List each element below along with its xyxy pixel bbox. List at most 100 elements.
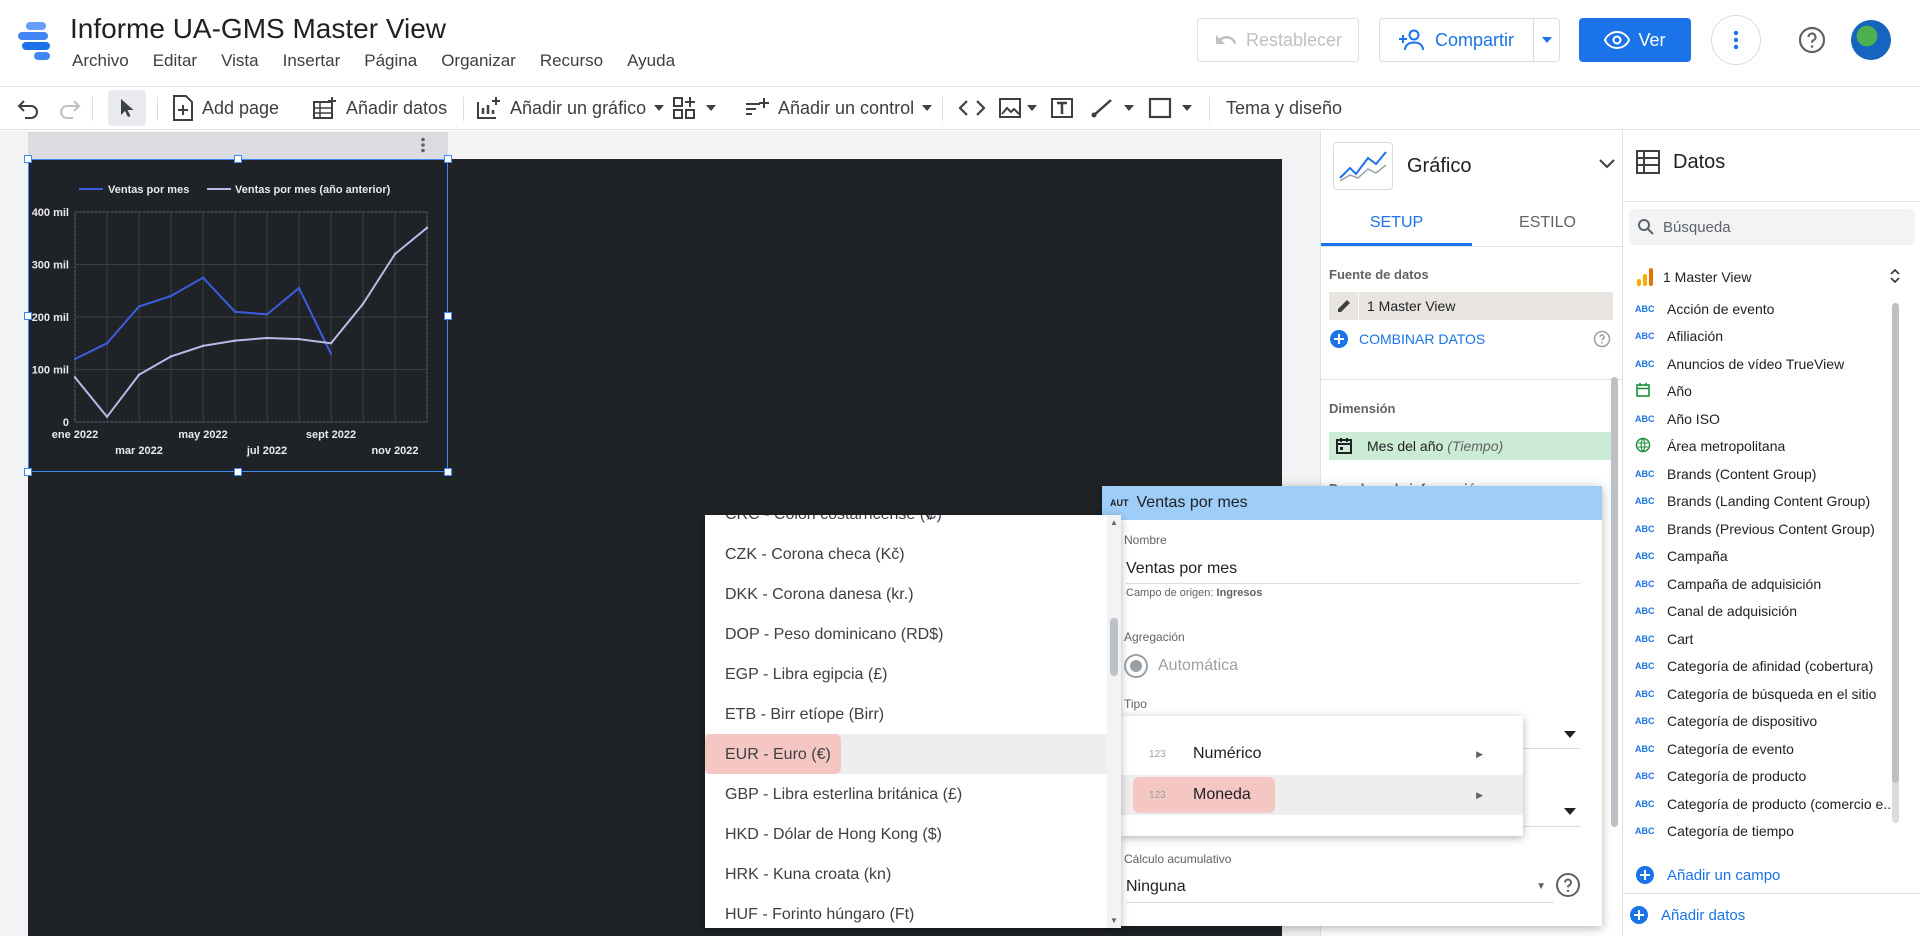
cumulative-select[interactable]: Ninguna ▼ — [1126, 871, 1554, 903]
share-dropdown-icon[interactable] — [1533, 19, 1559, 61]
type-option-currency[interactable]: 123 Moneda ▶ — [1121, 775, 1523, 815]
shape-rectangle-icon[interactable] — [1148, 97, 1172, 119]
field-editor-header[interactable]: AUT Ventas por mes — [1102, 486, 1602, 520]
currency-option[interactable]: ETB - Birr etíope (Birr) — [705, 695, 1105, 735]
currency-option[interactable]: HUF - Forinto húngaro (Ft) — [705, 895, 1105, 928]
image-icon[interactable] — [998, 97, 1022, 119]
field-item[interactable]: ABC Canal de adquisición — [1635, 598, 1897, 626]
field-search-input[interactable]: Búsqueda — [1629, 209, 1915, 245]
field-item[interactable]: ABC Campaña — [1635, 543, 1897, 571]
time-series-chart[interactable]: Ventas por mes Ventas por mes (año anter… — [28, 159, 448, 472]
menu-recurso[interactable]: Recurso — [528, 51, 615, 71]
dimension-chip[interactable]: Mes del año (Tiempo) — [1329, 432, 1613, 460]
currency-option[interactable]: GBP - Libra esterlina británica (£) — [705, 775, 1105, 815]
help-icon[interactable] — [1593, 330, 1611, 348]
view-button[interactable]: Ver — [1579, 18, 1691, 62]
menu-pagina[interactable]: Página — [352, 51, 429, 71]
add-chart-button[interactable]: Añadir un gráfico — [476, 87, 665, 129]
menu-archivo[interactable]: Archivo — [60, 51, 141, 71]
field-item[interactable]: ABC Categoría de dispositivo — [1635, 708, 1897, 736]
currency-scrollbar[interactable]: ▲ ▼ — [1107, 515, 1121, 928]
scroll-down-arrow-icon[interactable]: ▼ — [1110, 916, 1118, 925]
resize-handle[interactable] — [234, 468, 242, 476]
redo-icon[interactable] — [58, 97, 82, 119]
field-item[interactable]: ABC Categoría de evento — [1635, 735, 1897, 763]
menu-vista[interactable]: Vista — [209, 51, 271, 71]
type-dropdown-arrow-icon[interactable] — [1564, 731, 1576, 738]
field-item[interactable]: ABC Categoría de tiempo — [1635, 818, 1897, 846]
menu-organizar[interactable]: Organizar — [429, 51, 528, 71]
currency-option[interactable]: CRC - Colón costarricense (₡) — [705, 515, 1105, 535]
report-title[interactable]: Informe UA-GMS Master View — [70, 13, 446, 45]
currency-option[interactable]: EUR - Euro (€) — [705, 735, 1105, 775]
field-item[interactable]: ABC Brands (Previous Content Group) — [1635, 515, 1897, 543]
help-icon[interactable] — [1796, 24, 1828, 56]
add-data-button[interactable]: Añadir datos — [312, 87, 447, 129]
currency-option[interactable]: DOP - Peso dominicano (RD$) — [705, 615, 1105, 655]
add-field-button[interactable]: Añadir un campo — [1635, 865, 1780, 885]
field-item[interactable]: Área metropolitana — [1635, 433, 1897, 461]
menu-insertar[interactable]: Insertar — [271, 51, 353, 71]
looker-studio-logo[interactable] — [18, 20, 54, 60]
dropdown-arrow-icon[interactable] — [1182, 105, 1192, 111]
field-item[interactable]: ABC Brands (Content Group) — [1635, 460, 1897, 488]
field-item[interactable]: ABC Campaña de adquisición — [1635, 570, 1897, 598]
resize-handle[interactable] — [444, 468, 452, 476]
reset-button[interactable]: Restablecer — [1197, 18, 1359, 62]
panel-scrollbar[interactable] — [1611, 377, 1618, 827]
field-item[interactable]: ABC Acción de evento — [1635, 295, 1897, 323]
currency-option[interactable]: CZK - Corona checa (Kč) — [705, 535, 1105, 575]
scroll-up-arrow-icon[interactable]: ▲ — [1110, 518, 1118, 527]
community-viz-button[interactable] — [672, 87, 716, 129]
subtype-dropdown-arrow-icon[interactable] — [1564, 808, 1576, 815]
resize-handle[interactable] — [24, 155, 32, 163]
add-page-button[interactable]: Add page — [172, 87, 279, 129]
share-button[interactable]: Compartir — [1379, 18, 1560, 62]
field-item[interactable]: ABC Categoría de afinidad (cobertura) — [1635, 653, 1897, 681]
data-source-row[interactable]: 1 Master View — [1329, 292, 1613, 320]
currency-option[interactable]: DKK - Corona danesa (kr.) — [705, 575, 1105, 615]
currency-option[interactable]: HKD - Dólar de Hong Kong ($) — [705, 815, 1105, 855]
add-control-button[interactable]: Añadir un control — [744, 87, 933, 129]
currency-option[interactable]: HRK - Kuna croata (kn) — [705, 855, 1105, 895]
undo-icon[interactable] — [16, 97, 40, 119]
data-source-header[interactable]: 1 Master View — [1635, 267, 1905, 287]
dropdown-arrow-icon[interactable] — [1124, 105, 1134, 111]
currency-option[interactable]: EGP - Libra egipcia (£) — [705, 655, 1105, 695]
code-embed-icon[interactable] — [958, 97, 986, 119]
menu-editar[interactable]: Editar — [141, 51, 209, 71]
field-item[interactable]: ABC Año ISO — [1635, 405, 1897, 433]
dropdown-arrow-icon[interactable] — [1027, 105, 1037, 111]
user-avatar[interactable] — [1851, 20, 1891, 60]
blend-data-button[interactable]: COMBINAR DATOS — [1329, 329, 1613, 349]
chevron-down-icon[interactable] — [1599, 159, 1615, 169]
type-option-numeric[interactable]: 123 Numérico ▶ — [1121, 734, 1523, 774]
resize-handle[interactable] — [444, 312, 452, 320]
tab-setup[interactable]: SETUP — [1321, 201, 1472, 246]
add-data-footer-button[interactable]: Añadir datos — [1623, 893, 1920, 936]
text-box-icon[interactable] — [1050, 97, 1074, 119]
field-item[interactable]: ABC Anuncios de vídeo TrueView — [1635, 350, 1897, 378]
aggregation-radio[interactable]: Automática — [1124, 654, 1238, 678]
field-name-input[interactable]: Ventas por mes — [1126, 554, 1580, 584]
edit-pencil-icon[interactable] — [1336, 298, 1352, 314]
data-panel-scrollbar[interactable] — [1892, 303, 1899, 823]
field-item[interactable]: ABC Brands (Landing Content Group) — [1635, 488, 1897, 516]
select-tool-button[interactable] — [108, 90, 146, 126]
collapse-icon[interactable] — [1889, 267, 1901, 285]
resize-handle[interactable] — [234, 155, 242, 163]
theme-layout-button[interactable]: Tema y diseño — [1226, 87, 1342, 129]
field-item[interactable]: ABC Categoría de producto — [1635, 763, 1897, 791]
field-item[interactable]: ABC Cart — [1635, 625, 1897, 653]
field-item[interactable]: ABC Afiliación — [1635, 323, 1897, 351]
chart-type-selector[interactable]: Gráfico — [1333, 141, 1615, 191]
resize-handle[interactable] — [444, 155, 452, 163]
menu-ayuda[interactable]: Ayuda — [615, 51, 687, 71]
help-icon[interactable] — [1555, 872, 1581, 898]
field-item[interactable]: ABC Categoría de búsqueda en el sitio — [1635, 680, 1897, 708]
line-tool-icon[interactable] — [1090, 97, 1114, 119]
chart-more-icon[interactable] — [420, 137, 426, 153]
resize-handle[interactable] — [24, 312, 32, 320]
field-item[interactable]: Año — [1635, 378, 1897, 406]
tab-style[interactable]: ESTILO — [1472, 201, 1623, 246]
